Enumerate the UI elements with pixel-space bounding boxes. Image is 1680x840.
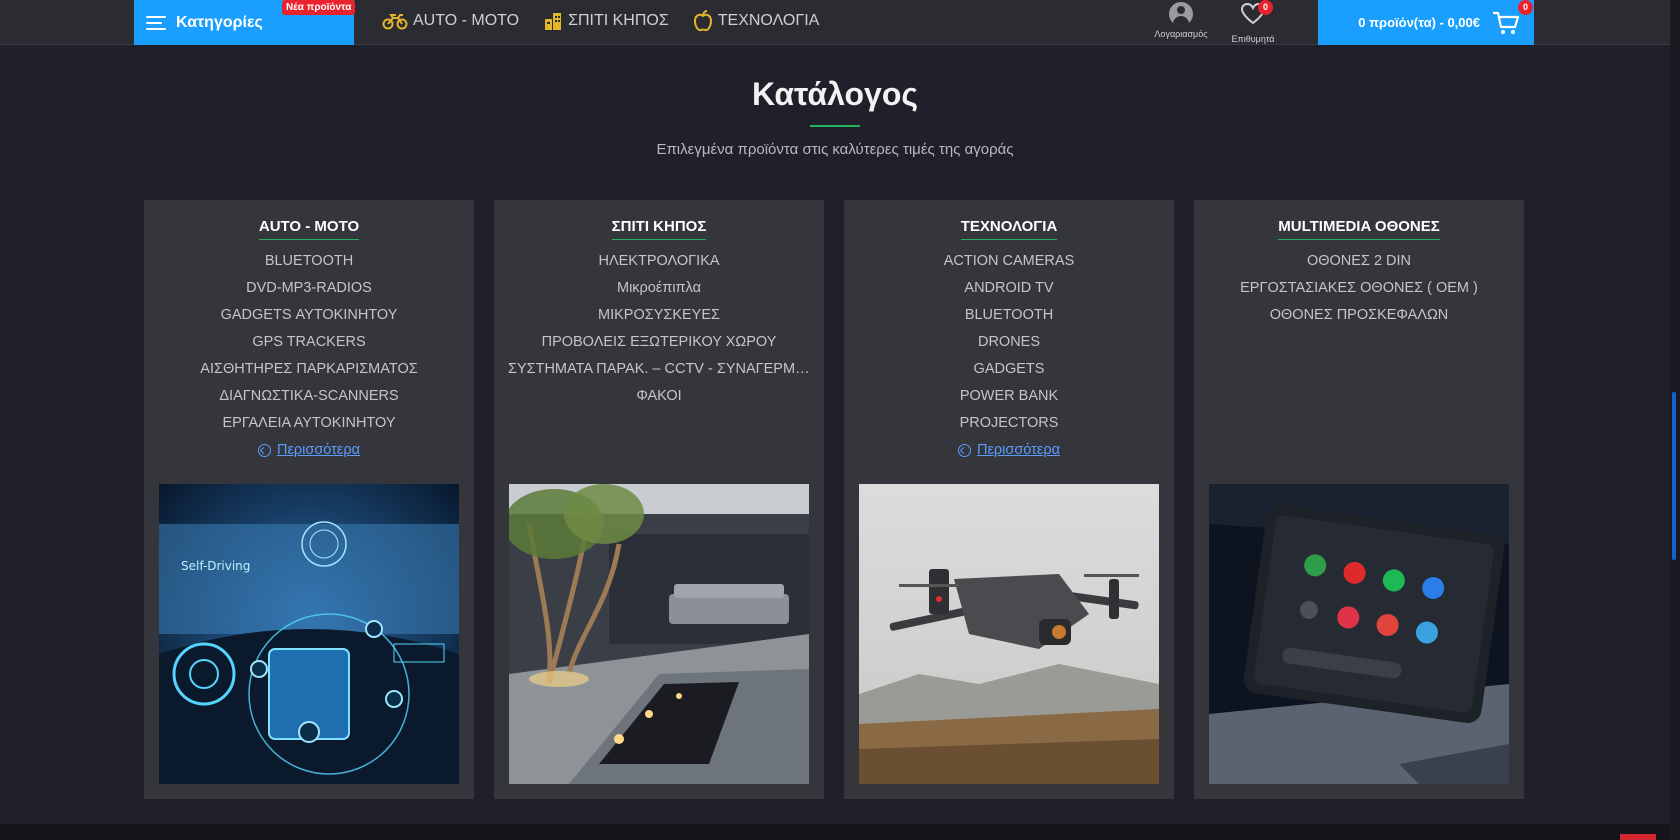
cart-icon [1493,11,1520,34]
more-link-label: Περισσότερα [277,442,360,458]
category-image-home-garden[interactable] [509,484,809,784]
more-link[interactable]: Περισσότερα [258,437,360,464]
list-item[interactable]: GPS TRACKERS [144,329,474,356]
category-card-multimedia: MULTIMEDIA ΟΘΟΝΕΣ ΟΘΟΝΕΣ 2 DIN ΕΡΓΟΣΤΑΣΙ… [1194,200,1524,799]
wishlist-count-badge: 0 [1258,0,1273,15]
wishlist-button[interactable]: Επιθυμητά 0 [1222,0,1284,44]
list-item[interactable]: ANDROID TV [844,275,1174,302]
nav-item-technology[interactable]: ΤΕΧΝΟΛΟΓΙΑ [693,10,820,32]
list-item[interactable]: ACTION CAMERAS [844,248,1174,275]
more-link-label: Περισσότερα [977,442,1060,458]
apple-icon [693,10,712,32]
cart-summary: 0 προϊόν(τα) - 0,00€ [1358,15,1480,30]
account-button[interactable]: Λογαριασμός [1150,0,1212,42]
title-underline [810,125,860,127]
category-image-auto-moto[interactable]: Self-Driving [159,484,459,784]
svg-text:Self-Driving: Self-Driving [181,559,250,573]
list-item[interactable]: Μικροέπιπλα [494,275,824,302]
catalog-title: Κατάλογος [751,76,919,112]
card-title[interactable]: ΣΠΙΤΙ ΚΗΠΟΣ [611,218,707,240]
list-item[interactable]: GADGETS ΑΥΤΟΚΙΝΗΤΟΥ [144,302,474,329]
list-item[interactable]: DRONES [844,329,1174,356]
card-subcategory-list: ΟΘΟΝΕΣ 2 DIN ΕΡΓΟΣΤΑΣΙΑΚΕΣ ΟΘΟΝΕΣ ( OEM … [1194,248,1524,329]
nav-label: AUTO - MOTO [413,12,520,29]
categories-label: Κατηγορίες [176,13,263,31]
scrollbar-thumb[interactable] [1672,392,1676,560]
list-item[interactable]: ΑΙΣΘΗΤΗΡΕΣ ΠΑΡΚΑΡΙΣΜΑΤΟΣ [144,356,474,383]
list-item[interactable]: ΗΛΕΚΤΡΟΛΟΓΙΚΑ [494,248,824,275]
arrow-circle-icon [958,444,971,457]
card-title[interactable]: ΤΕΧΝΟΛΟΓΙΑ [960,218,1058,240]
catalog-heading: Κατάλογος Επιλεγμένα προϊόντα στις καλύτ… [0,76,1670,158]
card-title[interactable]: AUTO - MOTO [258,218,360,240]
motorcycle-icon [382,14,408,30]
category-card-auto-moto: AUTO - MOTO BLUETOOTH DVD-MP3-RADIOS GAD… [144,200,474,799]
new-products-badge[interactable]: Νέα προϊόντα [282,0,356,15]
user-icon [1169,2,1193,26]
top-header: Κατηγορίες Νέα προϊόντα AUTO - MOTO ΣΠΙΤ… [0,0,1670,45]
list-item[interactable]: ΣΥΣΤΗΜΑΤΑ ΠΑΡΑΚ. – CCTV - ΣΥΝΑΓΕΡΜΟΙ [494,356,824,383]
more-link[interactable]: Περισσότερα [958,437,1060,464]
category-card-technology: ΤΕΧΝΟΛΟΓΙΑ ACTION CAMERAS ANDROID TV BLU… [844,200,1174,799]
account-label: Λογαριασμός [1154,29,1208,39]
list-item[interactable]: BLUETOOTH [844,302,1174,329]
list-item[interactable]: ΕΡΓΟΣΤΑΣΙΑΚΕΣ ΟΘΟΝΕΣ ( OEM ) [1194,275,1524,302]
footer-strip [0,824,1670,840]
list-item[interactable]: BLUETOOTH [144,248,474,275]
wishlist-label: Επιθυμητά [1231,34,1275,44]
category-image-technology[interactable] [859,484,1159,784]
list-item[interactable]: GADGETS [844,356,1174,383]
list-item[interactable]: ΜΙΚΡΟΣΥΣΚΕΥΕΣ [494,302,824,329]
catalog-subtitle: Επιλεγμένα προϊόντα στις καλύτερες τιμές… [656,141,1014,158]
nav-item-auto-moto[interactable]: AUTO - MOTO [382,12,519,30]
category-card-home-garden: ΣΠΙΤΙ ΚΗΠΟΣ ΗΛΕΚΤΡΟΛΟΓΙΚΑ Μικροέπιπλα ΜΙ… [494,200,824,799]
cart-count-badge: 0 [1518,0,1533,15]
card-subcategory-list: ACTION CAMERAS ANDROID TV BLUETOOTH DRON… [844,248,1174,437]
list-item[interactable]: ΕΡΓΑΛΕΙΑ ΑΥΤΟΚΙΝΗΤΟΥ [144,410,474,437]
list-item[interactable]: ΦΑΚΟΙ [494,383,824,410]
list-item[interactable]: ΔΙΑΓΝΩΣΤΙΚΑ-SCANNERS [144,383,474,410]
nav-label: ΤΕΧΝΟΛΟΓΙΑ [717,12,820,29]
list-item[interactable]: POWER BANK [844,383,1174,410]
building-icon [545,13,562,30]
arrow-circle-icon [258,444,271,457]
cart-button[interactable]: 0 προϊόν(τα) - 0,00€ 0 [1318,0,1534,45]
card-subcategory-list: BLUETOOTH DVD-MP3-RADIOS GADGETS ΑΥΤΟΚΙΝ… [144,248,474,437]
list-item[interactable]: PROJECTORS [844,410,1174,437]
list-item[interactable]: ΟΘΟΝΕΣ ΠΡΟΣΚΕΦΑΛΩΝ [1194,302,1524,329]
card-subcategory-list: ΗΛΕΚΤΡΟΛΟΓΙΚΑ Μικροέπιπλα ΜΙΚΡΟΣΥΣΚΕΥΕΣ … [494,248,824,410]
card-title[interactable]: MULTIMEDIA ΟΘΟΝΕΣ [1278,218,1440,240]
list-item[interactable]: ΟΘΟΝΕΣ 2 DIN [1194,248,1524,275]
list-item[interactable]: ΠΡΟΒΟΛΕΙΣ ΕΞΩΤΕΡΙΚΟΥ ΧΩΡΟΥ [494,329,824,356]
scroll-top-button[interactable] [1620,834,1656,840]
menu-icon [146,15,166,31]
nav-label: ΣΠΙΤΙ ΚΗΠΟΣ [568,12,669,29]
list-item[interactable]: DVD-MP3-RADIOS [144,275,474,302]
main-nav: AUTO - MOTO ΣΠΙΤΙ ΚΗΠΟΣ ΤΕΧΝΟΛΟΓΙΑ [382,0,819,42]
nav-item-home-garden[interactable]: ΣΠΙΤΙ ΚΗΠΟΣ [543,11,669,31]
category-image-multimedia[interactable] [1209,484,1509,784]
